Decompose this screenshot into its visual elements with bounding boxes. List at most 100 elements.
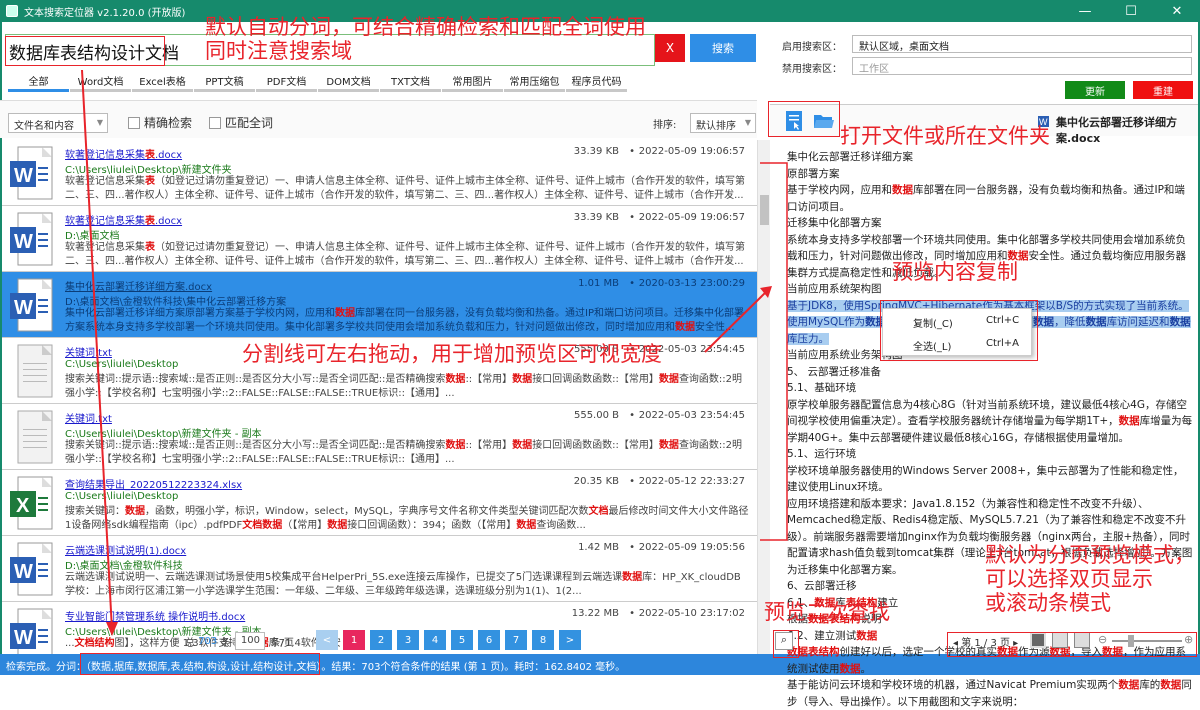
result-file-name[interactable]: 软著登记信息采集表.docx [65,146,182,161]
result-path[interactable]: D:\桌面文档\金橙软件科技\集中化云部署迁移方案 [65,293,286,308]
excel-file-icon: X [10,476,53,530]
page-size-input[interactable]: 100 [235,632,266,650]
checkbox-box [128,116,140,129]
tab-0[interactable]: 全部 [8,70,69,92]
search-scope-select[interactable]: 文件名和内容 ▼ [8,113,108,133]
tab-6[interactable]: TXT文档 [380,70,441,92]
tab-5[interactable]: DOM文档 [318,70,379,92]
page-button-1[interactable]: 1 [343,630,365,650]
result-item[interactable]: W 云端选课测试说明(1).docx D:\桌面文档\金橙软件科技 1.42 MB 20… [2,536,757,602]
result-path[interactable]: C:\Users\liulei\Desktop [65,359,178,370]
result-size: 33.39 KB [573,212,619,223]
result-snippet: 搜索关键词::提示语::搜索域::是否正则::是否区分大小写::是否全词匹配::… [65,439,750,467]
preview-file-name: 集中化云部署迁移详细方案.docx [1056,116,1177,145]
annotation-box-context-menu [880,300,1038,361]
text-segment: 库的 [1139,679,1161,691]
result-path[interactable]: C:\Users\liulei\Desktop [65,491,178,502]
preview-paragraph: 5.1、运行环境 [787,446,1193,463]
page-button-7[interactable]: 7 [505,630,527,650]
result-file-name[interactable]: 集中化云部署迁移详细方案.docx [65,278,212,293]
text-segment: 迁移集中化部署方案 [787,217,882,229]
search-button[interactable]: 搜索 [690,34,756,62]
exact-search-checkbox[interactable]: 精确检索 [128,114,192,131]
page-button-3[interactable]: 3 [397,630,419,650]
annotation-box-toolbar [768,101,840,137]
tab-4[interactable]: PDF文档 [256,70,317,92]
result-item[interactable]: 关键词.txt C:\Users\liulei\Desktop\新建文件夹 - 副… [2,404,757,470]
whole-word-checkbox[interactable]: 匹配全词 [209,114,273,131]
tab-1[interactable]: Word文档 [70,70,131,92]
sort-select[interactable]: 默认排序 ▼ [690,113,756,133]
result-snippet: 云端选课测试说明一、云端选课测试场景使用5校集成平台HelperPri_5S.e… [65,571,750,599]
result-snippet: 软著登记信息采集表（如登记过请勿重复登记）一、申请人信息主体全称、证件号、证件上… [65,175,750,203]
txt-file-icon [17,410,53,464]
text-segment: ... [65,638,75,649]
tab-3[interactable]: PPT文稿 [194,70,255,92]
tab-7[interactable]: 常用图片 [442,70,503,92]
result-size: 20.35 KB [573,476,619,487]
prev-page-button[interactable]: < [316,630,338,650]
preview-paragraph: 迁移集中化部署方案 [787,215,1193,232]
text-segment: 。 [860,662,872,675]
update-index-button[interactable]: 更新 [1065,81,1125,99]
text-segment: 集中化云部署迁移详细方案 [787,151,913,163]
result-path[interactable]: D:\桌面文档\金橙软件科技 [65,557,183,572]
clear-search-button[interactable]: X [655,34,685,62]
annotation-box-tokens [80,653,320,675]
result-item[interactable]: W 软著登记信息采集表.docx C:\Users\liulei\Desktop\新… [2,140,757,206]
rebuild-index-button[interactable]: 重建 [1133,81,1193,99]
result-file-name[interactable]: 软著登记信息采集表.docx [65,212,182,227]
result-file-name[interactable]: 云端选课测试说明(1).docx [65,542,186,557]
total-suffix: 条 [220,637,231,649]
keyword-highlight: 表 [145,176,155,187]
page-button-2[interactable]: 2 [370,630,392,650]
scrollbar-thumb[interactable] [760,195,769,225]
text-segment: 5.1、基础环境 [787,382,857,394]
text-segment: .docx [155,150,183,161]
preview-paragraph: 集中化云部署迁移详细方案 [787,149,1193,166]
tab-9[interactable]: 程序员代码 [566,70,627,92]
separator-dot: • [629,608,635,619]
result-item[interactable]: W 集中化云部署迁移详细方案.docx D:\桌面文档\金橙软件科技\集中化云部署迁… [2,272,757,338]
text-segment: 查询结果导出_20220512223324.xlsx [65,480,243,491]
splitter-scrollbar[interactable] [757,140,770,654]
svg-text:W: W [14,231,33,253]
close-button[interactable]: ✕ [1154,0,1200,22]
result-file-name[interactable]: 关键词.txt [65,410,112,425]
result-file-name[interactable]: 查询结果导出_20220512223324.xlsx [65,476,242,491]
tab-2[interactable]: Excel表格 [132,70,193,92]
maximize-button[interactable]: ☐ [1108,0,1154,22]
page-button-4[interactable]: 4 [424,630,446,650]
result-path[interactable]: C:\Users\liulei\Desktop\新建文件夹 - 副本 [65,425,262,440]
text-segment: 库访问延迟和 [1106,316,1170,328]
pagination-buttons: <1 2 3 4 5 6 7 8 > [316,630,586,650]
next-page-button[interactable]: > [559,630,581,650]
page-button-6[interactable]: 6 [478,630,500,650]
keyword-highlight: 数据 [1169,316,1191,328]
keyword-highlight: 数据 [327,520,348,531]
result-snippet: 搜索关键词：数据，函数，明强小学，标识，Window，select，MySQL，… [65,505,750,533]
whole-word-label: 匹配全词 [225,116,274,130]
keyword-highlight: 文档 [588,506,609,517]
preview-paragraph: 基于学校内网，应用和数据库部署在同一台服务器，没有负载均衡和热备。通过IP和端口… [787,182,1193,215]
page-button-8[interactable]: 8 [532,630,554,650]
sort-value: 默认排序 [696,121,736,132]
page-size-suffix: 条/页 [270,637,294,649]
result-path[interactable]: C:\Users\liulei\Desktop\新建文件夹 [65,161,232,176]
result-file-name[interactable]: 关键词.txt [65,344,112,359]
result-file-name[interactable]: 专业智能门禁管理系统 操作说明书.docx [65,608,245,623]
preview-paragraph: 学校环境单服务器使用的Windows Server 2008+，集中云部署为了性… [787,463,1193,496]
result-item[interactable]: X 查询结果导出_20220512223324.xlsx C:\Users\liul… [2,470,757,536]
tab-8[interactable]: 常用压缩包 [504,70,565,92]
text-segment: ::【常用】 [465,440,513,451]
keyword-highlight: 数据 [335,308,355,319]
result-item[interactable]: W 软著登记信息采集表.docx D:\桌面文档 33.39 KB 2022-05-09… [2,206,757,272]
page-button-5[interactable]: 5 [451,630,473,650]
result-path[interactable]: D:\桌面文档 [65,227,119,242]
preview-content[interactable]: 集中化云部署迁移详细方案 原部署方案 基于学校内网，应用和数据库部署在同一台服务器… [787,149,1193,710]
disable-scope-input[interactable]: 工作区 [852,57,1192,75]
enable-scope-input[interactable]: 默认区域，桌面文档 [852,35,1192,53]
minimize-button[interactable]: — [1062,0,1108,22]
text-segment: 查询函数... [536,520,586,531]
txt-file-icon [17,344,53,398]
